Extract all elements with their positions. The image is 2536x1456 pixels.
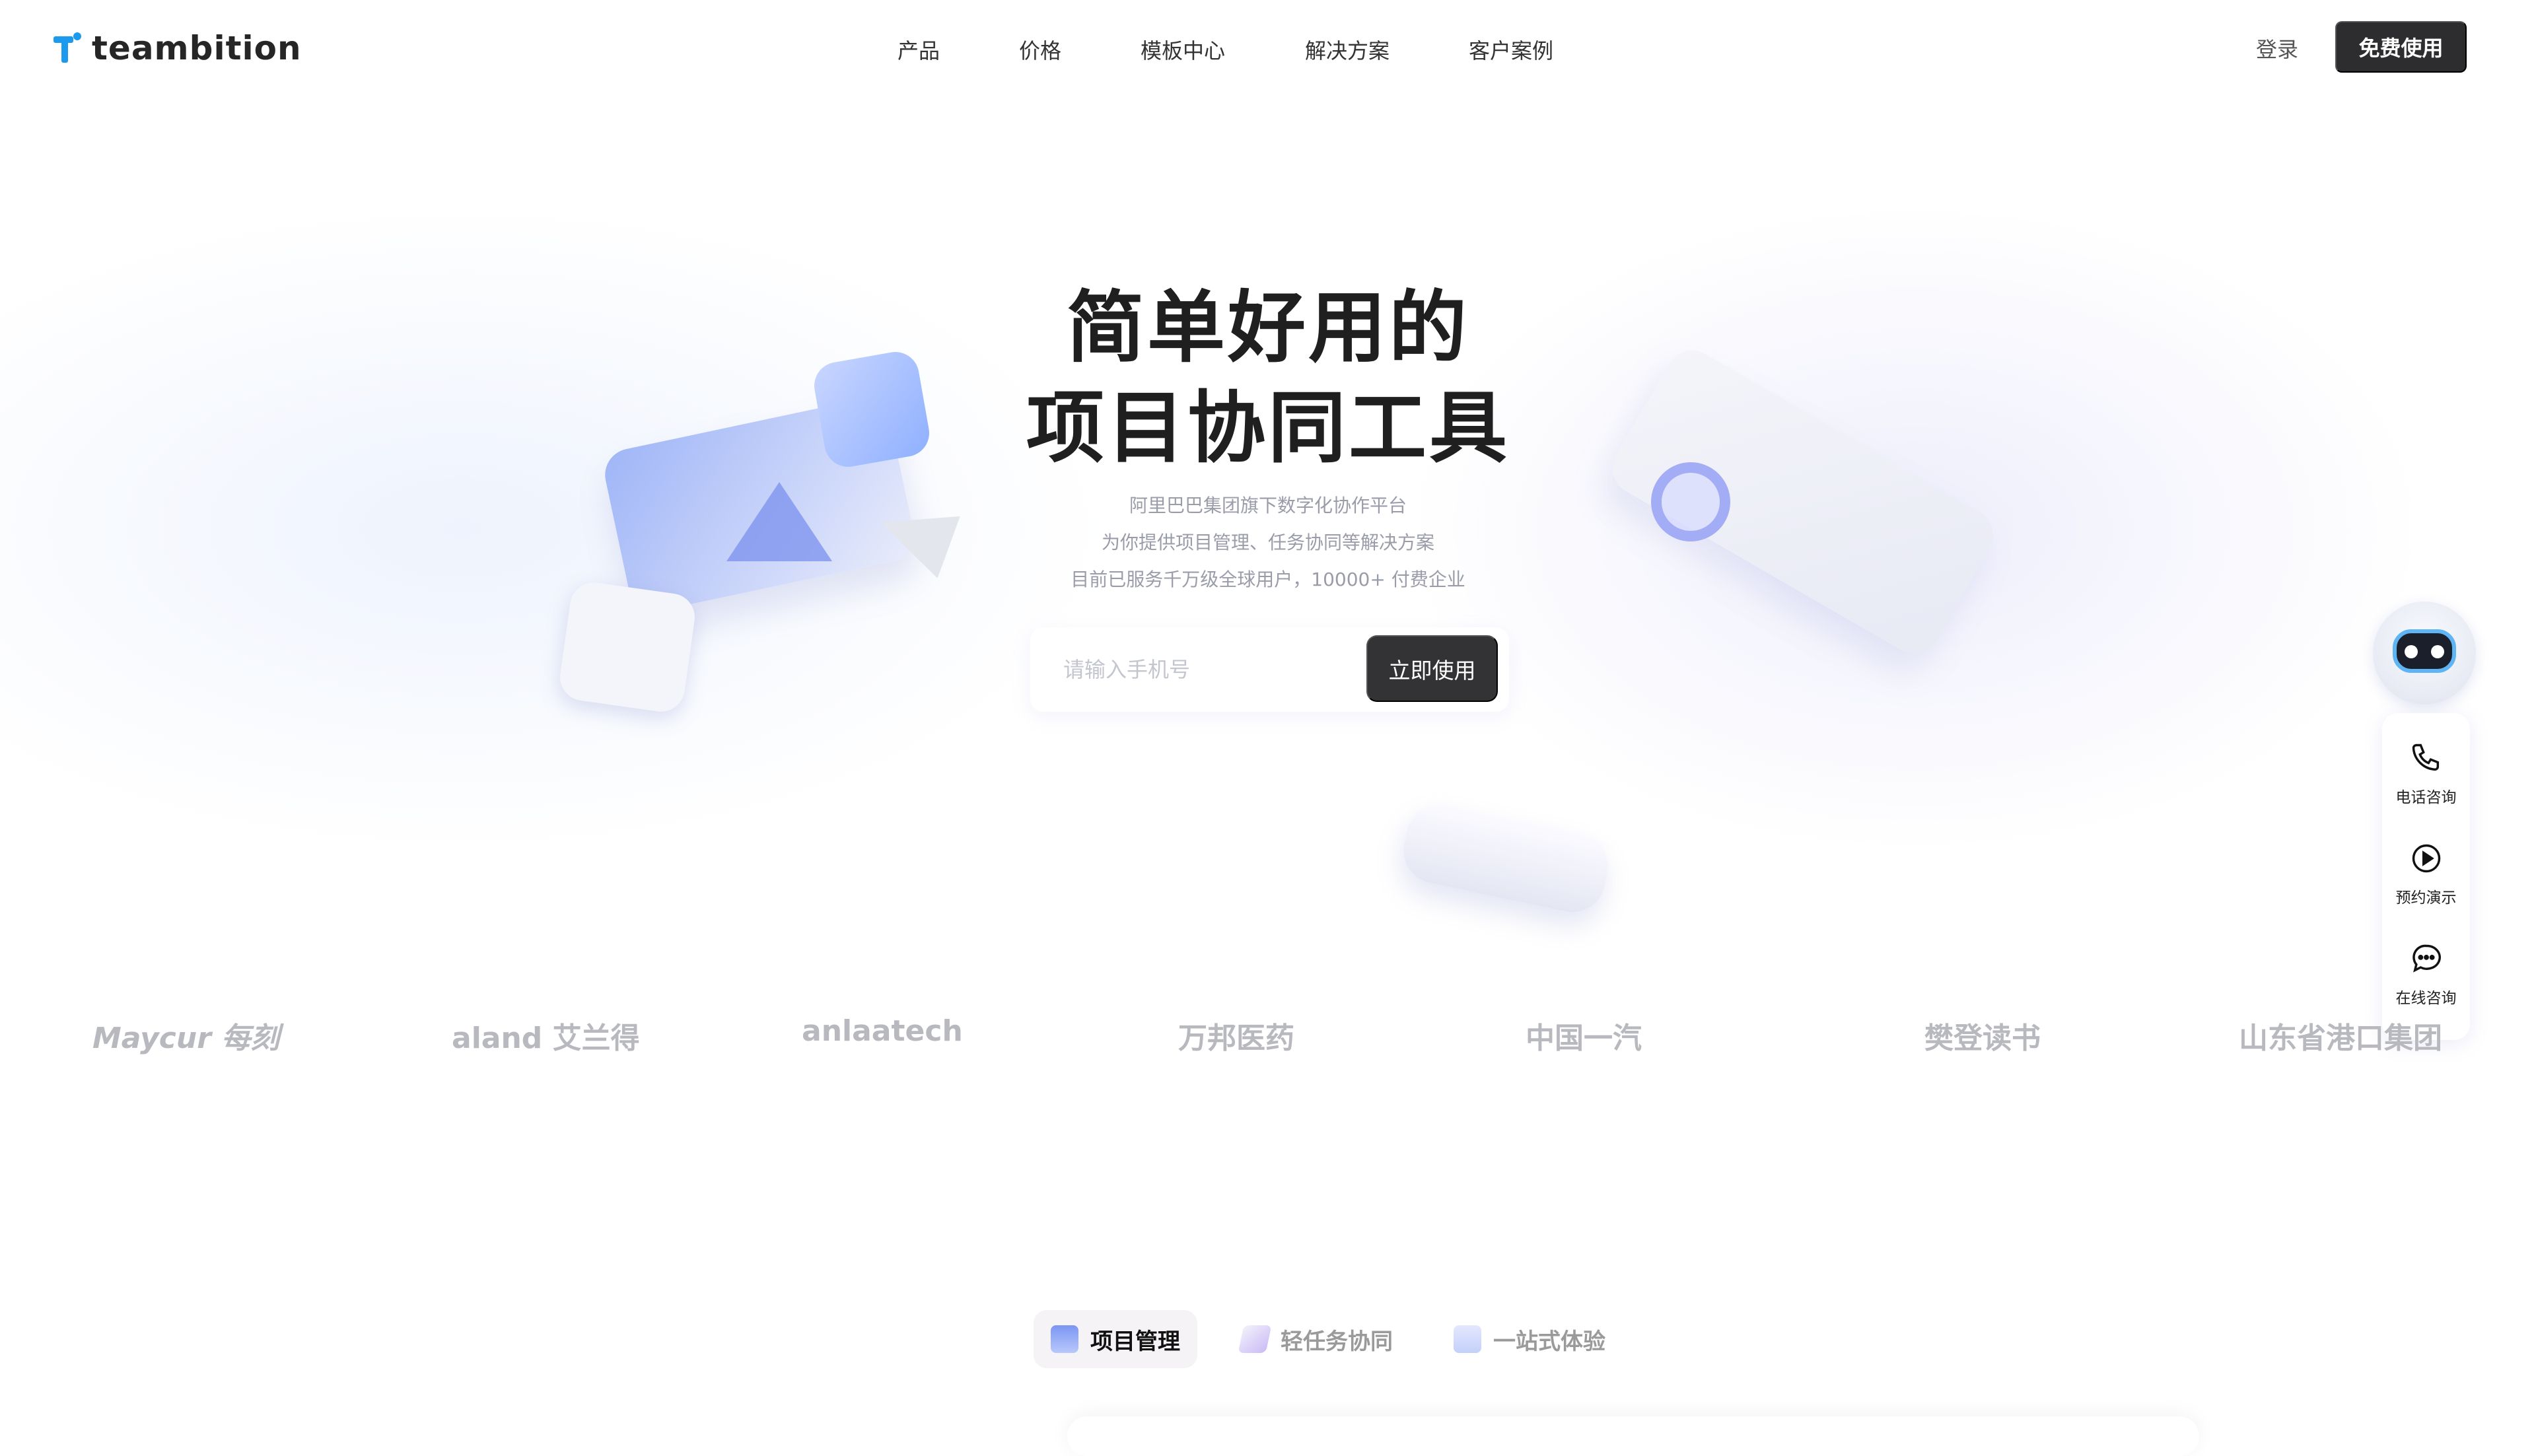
- contact-panel: 电话咨询 预约演示 在线咨询: [2382, 713, 2470, 1040]
- robot-icon[interactable]: [2373, 602, 2476, 705]
- feature-preview-card: [1067, 1416, 2199, 1456]
- nav-pricing[interactable]: 价格: [1019, 34, 1061, 65]
- hero-subtitle-1: 阿里巴巴集团旗下数字化协作平台: [1129, 495, 1407, 516]
- hero-subtitle-2: 为你提供项目管理、任务协同等解决方案: [1101, 532, 1434, 553]
- customer-logo-faw: 中国一汽: [1526, 1022, 1642, 1055]
- nav-cases[interactable]: 客户案例: [1469, 34, 1553, 65]
- nav-templates[interactable]: 模板中心: [1141, 34, 1225, 65]
- customer-logo-maycur: Maycur 每刻: [92, 1022, 280, 1055]
- chat-bubble-icon: [2407, 939, 2446, 979]
- customer-logo-fandeng: 樊登读书: [1924, 1022, 2041, 1055]
- brand-logo[interactable]: teambition: [53, 29, 302, 67]
- tab-project-management[interactable]: 项目管理: [1034, 1310, 1197, 1368]
- free-trial-button[interactable]: 免费使用: [2335, 21, 2467, 73]
- hero-title-line-1: 简单好用的: [1066, 282, 1469, 373]
- start-now-button[interactable]: 立即使用: [1366, 635, 1498, 702]
- nav-product[interactable]: 产品: [898, 34, 940, 65]
- customer-logo-shandong-port: 山东省港口集团: [2239, 1022, 2442, 1055]
- folder-icon: [1051, 1325, 1078, 1353]
- hero-subtitle-3: 目前已服务千万级全球用户，10000+ 付费企业: [1071, 569, 1465, 590]
- hero-title-line-2: 项目协同工具: [1026, 382, 1510, 473]
- feature-tabs: 项目管理 轻任务协同 一站式体验: [1034, 1310, 1623, 1368]
- teambition-logo-icon: [53, 32, 81, 64]
- nav-solutions[interactable]: 解决方案: [1305, 34, 1390, 65]
- customer-logo-anlaatech: anlaatech: [802, 1014, 963, 1048]
- login-link[interactable]: 登录: [2256, 33, 2298, 63]
- phone-consult-button[interactable]: 电话咨询: [2382, 738, 2470, 807]
- hero-background: [0, 0, 2536, 1123]
- phone-input[interactable]: [1063, 647, 1354, 692]
- cards-icon: [1238, 1325, 1272, 1353]
- book-demo-button[interactable]: 预约演示: [2382, 839, 2470, 907]
- tab-light-task[interactable]: 轻任务协同: [1224, 1310, 1410, 1368]
- phone-icon: [2407, 738, 2446, 778]
- brand-name: teambition: [92, 29, 302, 67]
- online-consult-button[interactable]: 在线咨询: [2382, 939, 2470, 1008]
- signup-form: 立即使用: [1030, 627, 1509, 712]
- play-circle-icon: [2407, 839, 2446, 878]
- customer-logo-aland: aland 艾兰得: [452, 1022, 640, 1055]
- customer-logo-wanbang: 万邦医药: [1178, 1022, 1294, 1055]
- tab-one-stop[interactable]: 一站式体验: [1436, 1310, 1623, 1368]
- slider-badge-illustration: [557, 579, 698, 715]
- monitor-icon: [1454, 1325, 1481, 1353]
